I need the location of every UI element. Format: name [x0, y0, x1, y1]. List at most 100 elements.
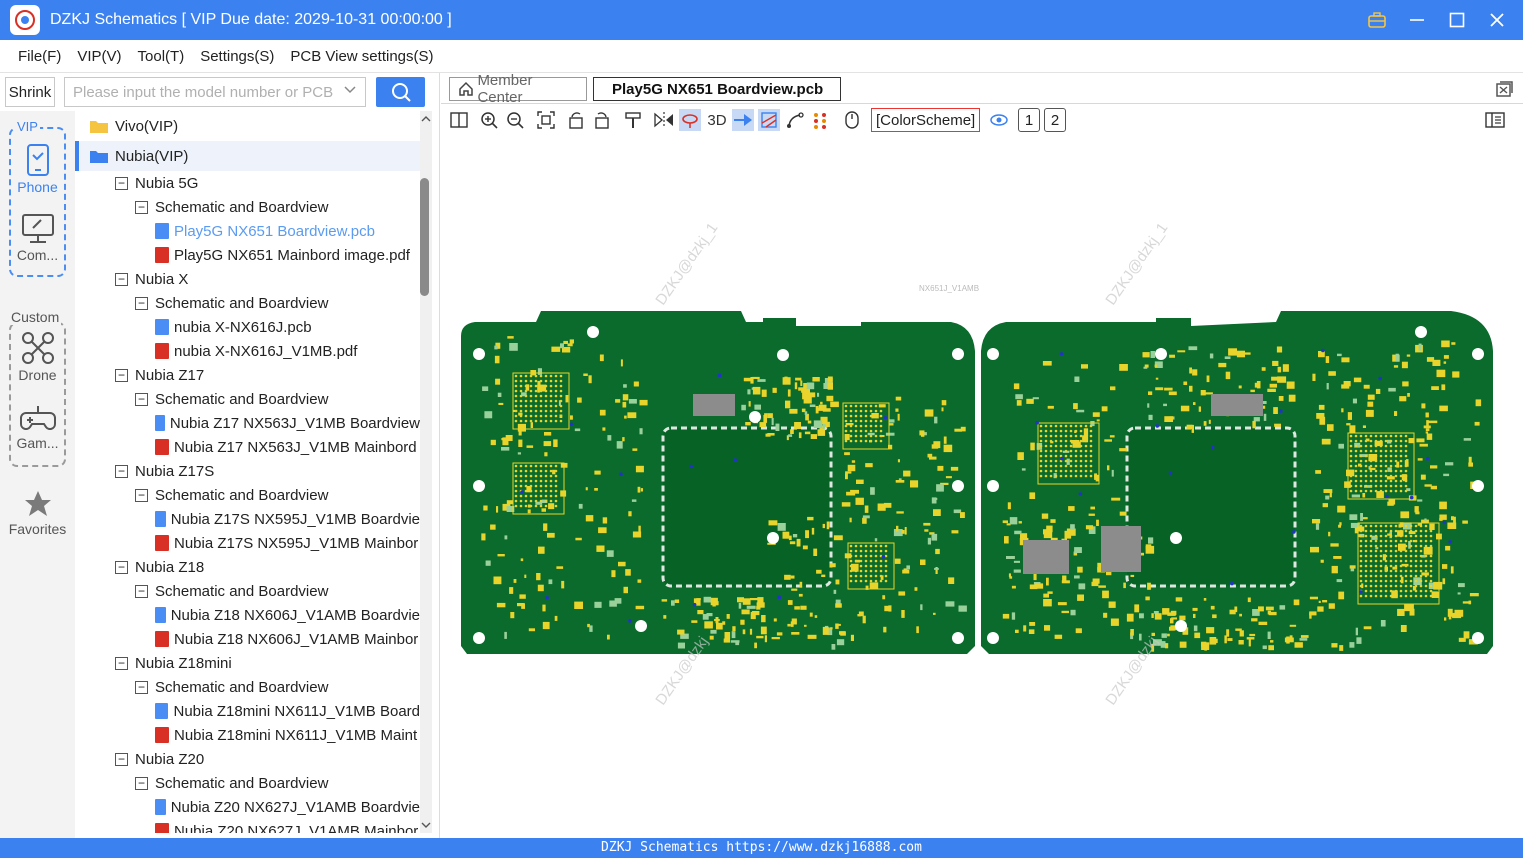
tree-node[interactable]: − Nubia Z18 — [115, 555, 420, 579]
tree-file-item[interactable]: Nubia Z17S NX595J_V1MB Boardvie — [155, 507, 420, 531]
paint-brush-icon[interactable] — [622, 109, 644, 131]
maximize-button[interactable] — [1445, 8, 1469, 32]
scroll-up-icon[interactable] — [420, 113, 432, 125]
collapse-toggle-icon[interactable]: − — [135, 200, 148, 214]
search-placeholder: Please input the model number or PCB — [73, 83, 334, 101]
tab-boardview[interactable]: Play5G NX651 Boardview.pcb — [593, 77, 841, 101]
tab-member-center[interactable]: Member Center — [449, 72, 587, 106]
tree-file-item[interactable]: Nubia Z18mini NX611J_V1MB Board — [155, 699, 420, 723]
mirror-icon[interactable] — [653, 109, 675, 131]
collapse-toggle-icon[interactable]: − — [115, 368, 128, 382]
dots-grid-icon[interactable] — [810, 109, 832, 131]
tree-node[interactable]: − Nubia 5G — [115, 171, 420, 195]
collapse-toggle-icon[interactable]: − — [135, 392, 148, 406]
menu-vip[interactable]: VIP(V) — [77, 48, 121, 65]
color-scheme-button[interactable]: [ColorScheme] — [871, 108, 981, 132]
page-2-button[interactable]: 2 — [1044, 108, 1066, 132]
tree-node[interactable]: − Nubia Z17 — [115, 363, 420, 387]
rail-item-game[interactable]: Gam... — [0, 403, 75, 451]
panel-splitter[interactable] — [432, 73, 440, 838]
chip — [1023, 540, 1069, 574]
eye-icon[interactable] — [988, 109, 1010, 131]
pcb-board-view[interactable]: NX651J_V1AMBDZKJ@dzkj_1 DZKJ@dzkj_1DZKJ@d… — [441, 136, 1523, 838]
rail-item-favorites[interactable]: Favorites — [0, 489, 75, 537]
tree-scroll-thumb[interactable] — [420, 178, 429, 296]
tree-file-item[interactable]: Nubia Z17 NX563J_V1MB Mainbord — [155, 435, 420, 459]
trace-icon[interactable] — [784, 109, 806, 131]
collapse-toggle-icon[interactable]: − — [135, 584, 148, 598]
tree-file-item[interactable]: Nubia Z18 NX606J_V1AMB Mainbor — [155, 627, 420, 651]
menu-file[interactable]: File(F) — [18, 48, 61, 65]
layer-view-icon[interactable] — [758, 109, 780, 131]
close-all-tabs-icon[interactable] — [1495, 80, 1513, 102]
tree-node[interactable]: − Schematic and Boardview — [135, 291, 420, 315]
page-1-button[interactable]: 1 — [1018, 108, 1040, 132]
zoom-in-icon[interactable] — [478, 109, 500, 131]
rail-item-drone[interactable]: Drone — [0, 331, 75, 383]
shrink-button[interactable]: Shrink — [5, 77, 55, 107]
side-panel-toggle-icon[interactable] — [1484, 109, 1506, 131]
mounting-hole — [777, 349, 789, 361]
menu-tool[interactable]: Tool(T) — [138, 48, 185, 65]
tab-boardview-label: Play5G NX651 Boardview.pcb — [612, 80, 824, 98]
net-highlight-icon[interactable] — [679, 109, 701, 131]
tree-node[interactable]: − Nubia Z20 — [115, 747, 420, 771]
collapse-toggle-icon[interactable]: − — [135, 296, 148, 310]
tree-label: Schematic and Boardview — [155, 390, 329, 408]
menu-settings[interactable]: Settings(S) — [200, 48, 274, 65]
collapse-toggle-icon[interactable]: − — [135, 488, 148, 502]
tree-file-item[interactable]: Play5G NX651 Boardview.pcb — [155, 219, 420, 243]
tree-node[interactable]: − Schematic and Boardview — [135, 675, 420, 699]
collapse-toggle-icon[interactable]: − — [115, 752, 128, 766]
tree-node[interactable]: − Schematic and Boardview — [135, 195, 420, 219]
split-view-icon[interactable] — [448, 109, 470, 131]
tree-node[interactable]: − Nubia X — [115, 267, 420, 291]
minimize-button[interactable] — [1405, 8, 1429, 32]
collapse-toggle-icon[interactable]: − — [115, 560, 128, 574]
pin-arrow-icon[interactable] — [732, 109, 754, 131]
status-bar: DZKJ Schematics https://www.dzkj16888.co… — [0, 838, 1523, 858]
briefcase-icon[interactable] — [1365, 8, 1389, 32]
tree-node[interactable]: Nubia(VIP) — [75, 141, 420, 171]
chevron-down-icon[interactable] — [343, 82, 357, 100]
tree-node[interactable]: − Schematic and Boardview — [135, 579, 420, 603]
tree-node[interactable]: − Nubia Z17S — [115, 459, 420, 483]
search-button[interactable] — [376, 77, 425, 107]
tree-file-item[interactable]: Nubia Z18 NX606J_V1AMB Boardvie — [155, 603, 420, 627]
collapse-toggle-icon[interactable]: − — [115, 464, 128, 478]
collapse-toggle-icon[interactable]: − — [135, 776, 148, 790]
tree-node[interactable]: Vivo(VIP) — [89, 111, 420, 141]
collapse-toggle-icon[interactable]: − — [115, 656, 128, 670]
tree-file-item[interactable]: Play5G NX651 Mainbord image.pdf — [155, 243, 420, 267]
rotate-right-icon[interactable] — [591, 109, 613, 131]
tree-label: Schematic and Boardview — [155, 486, 329, 504]
tree-node[interactable]: − Schematic and Boardview — [135, 483, 420, 507]
tree-file-item[interactable]: Nubia Z17S NX595J_V1MB Mainbor — [155, 531, 420, 555]
tree-node[interactable]: − Nubia Z18mini — [115, 651, 420, 675]
rotate-left-icon[interactable] — [565, 109, 587, 131]
tree-node[interactable]: − Schematic and Boardview — [135, 387, 420, 411]
collapse-toggle-icon[interactable]: − — [115, 176, 128, 190]
menu-pcb-view-settings[interactable]: PCB View settings(S) — [290, 48, 433, 65]
collapse-toggle-icon[interactable]: − — [135, 680, 148, 694]
category-rail: VIP Phone Com... Custom Drone Gam... Fav… — [0, 111, 75, 838]
tree-file-item[interactable]: Nubia Z18mini NX611J_V1MB Maint — [155, 723, 420, 747]
tree-node[interactable]: − Schematic and Boardview — [135, 771, 420, 795]
collapse-toggle-icon[interactable]: − — [115, 272, 128, 286]
tree-file-item[interactable]: nubia X-NX616J.pcb — [155, 315, 420, 339]
view-3d-button[interactable]: 3D — [705, 109, 729, 131]
tree-file-item[interactable]: Nubia Z17 NX563J_V1MB Boardview — [155, 411, 420, 435]
fit-screen-icon[interactable] — [535, 109, 557, 131]
tree-file-item[interactable]: Nubia Z20 NX627J_V1AMB Boardvie — [155, 795, 420, 819]
tree-file-item[interactable]: Nubia Z20 NX627J_V1AMB Mainbor — [155, 819, 420, 833]
mouse-icon[interactable] — [841, 109, 863, 131]
rail-item-phone[interactable]: Phone — [0, 143, 75, 195]
pcb-canvas[interactable]: NX651J_V1AMB DZKJ@dzkj_1 DZKJ@dzkj_1 DZKJ@d… — [441, 136, 1523, 838]
close-button[interactable] — [1485, 8, 1509, 32]
tree-file-item[interactable]: nubia X-NX616J_V1MB.pdf — [155, 339, 420, 363]
rail-item-computer[interactable]: Com... — [0, 213, 75, 263]
search-input[interactable]: Please input the model number or PCB — [64, 77, 366, 107]
scroll-down-icon[interactable] — [420, 819, 432, 831]
zoom-out-icon[interactable] — [504, 109, 526, 131]
tree-label: Nubia Z17 — [135, 366, 205, 384]
